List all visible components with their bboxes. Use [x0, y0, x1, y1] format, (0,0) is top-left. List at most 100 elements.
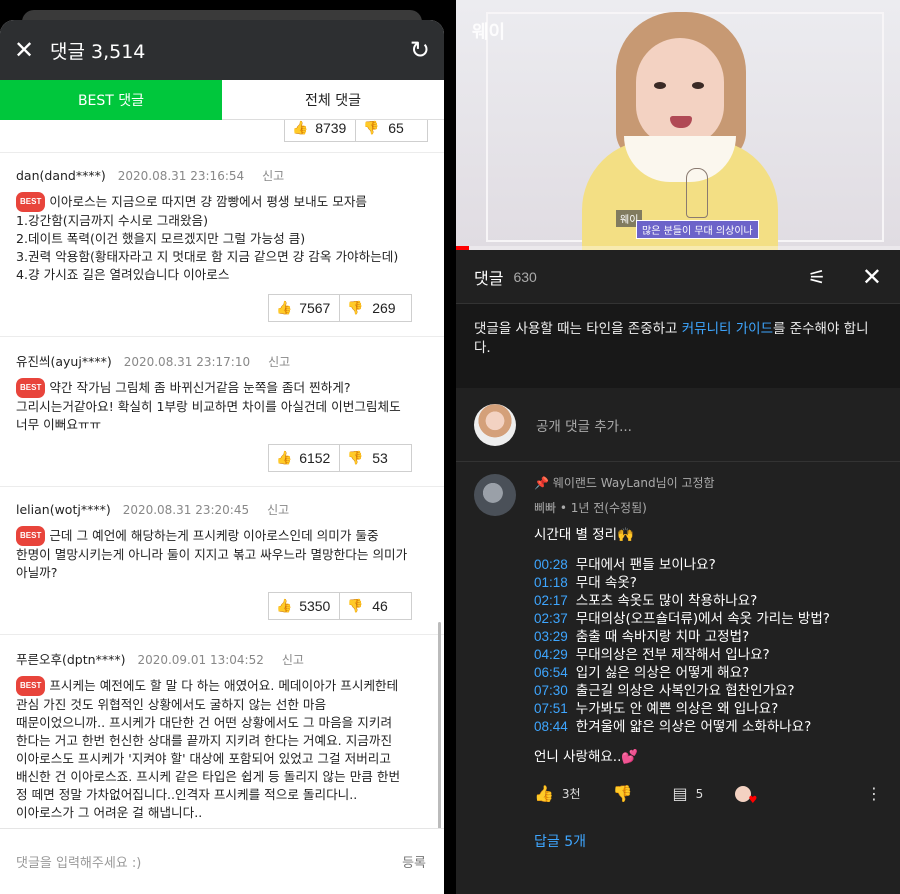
- tab-best-comments[interactable]: BEST 댓글: [0, 80, 222, 120]
- timestamp-link[interactable]: 00:28: [534, 557, 568, 572]
- creator-heart: ♥: [735, 785, 757, 806]
- comment-line: 이아로스가 그 어려운 걸 해냅니다..: [16, 805, 203, 820]
- comment-user[interactable]: dan(dand****): [16, 168, 106, 183]
- video-person-eye: [692, 82, 704, 89]
- tab-all-comments[interactable]: 전체 댓글: [222, 80, 444, 120]
- best-badge: BEST: [16, 676, 46, 696]
- timestamp-label: 누가봐도 안 예쁜 의상은 왜 입나요?: [575, 701, 779, 717]
- guide-text: 댓글을 사용할 때는 타인을 존중하고: [474, 321, 682, 337]
- video-player[interactable]: 웨이 웨이 많은 분들이 무대 의상이나: [456, 0, 900, 250]
- vote-row: 👍 8739 👎 65: [0, 120, 444, 142]
- comment-user[interactable]: lelian(wotj****): [16, 502, 111, 517]
- timestamp-link[interactable]: 02:37: [534, 611, 568, 626]
- community-guide-notice: 댓글을 사용할 때는 타인을 존중하고 커뮤니티 가이드를 준수해야 합니다.: [456, 304, 900, 388]
- thumbs-up-icon: 👍: [534, 784, 554, 803]
- reply-button[interactable]: ▤ 5: [673, 784, 704, 803]
- commenter-avatar[interactable]: [474, 474, 516, 516]
- reply-count: 5: [695, 786, 704, 801]
- vote-box: 👍 5350 👎 46: [268, 592, 412, 620]
- video-progress-fill: [456, 246, 470, 250]
- dislike-button[interactable]: 👎 46: [340, 593, 411, 619]
- timestamp-link[interactable]: 06:54: [534, 665, 568, 680]
- report-link[interactable]: 신고: [267, 503, 289, 517]
- thumbs-down-icon: 👎: [347, 598, 364, 613]
- dislike-button[interactable]: 👎 53: [340, 445, 411, 471]
- comment-line: 관심 가진 것도 위협적인 상황에서도 굴하지 않는 선한 마음: [16, 697, 327, 712]
- comment-line: 1.강간함(지금까지 수시로 그래왔음): [16, 213, 209, 228]
- pin-icon: 📌: [534, 476, 549, 490]
- view-replies-link[interactable]: 답글 5개: [534, 831, 882, 851]
- timestamp-row: 02:37 무대의상(오프숄더류)에서 속옷 가리는 방법?: [534, 610, 882, 628]
- report-link[interactable]: 신고: [262, 169, 284, 183]
- comment-item: dan(dand****) 2020.08.31 23:16:54 신고 BES…: [0, 152, 444, 336]
- close-icon[interactable]: ✕: [14, 38, 44, 62]
- dislike-button[interactable]: 👎 269: [340, 295, 411, 321]
- timestamp-row: 03:29 춤출 때 속바지랑 치마 고정법?: [534, 628, 882, 646]
- like-button[interactable]: 👍 6152: [269, 445, 340, 471]
- comment-input[interactable]: 댓글을 입력해주세요 :): [16, 852, 402, 871]
- timestamp-link[interactable]: 03:29: [534, 629, 568, 644]
- sort-icon[interactable]: ⚟: [808, 265, 826, 289]
- dislike-button[interactable]: 👎 65: [356, 120, 427, 141]
- timestamp-link[interactable]: 08:44: [534, 719, 568, 734]
- add-comment-row[interactable]: 공개 댓글 추가...: [456, 388, 900, 462]
- comments-title: 댓글: [474, 268, 504, 288]
- timestamp-link[interactable]: 01:18: [534, 575, 568, 590]
- submit-button[interactable]: 등록: [402, 852, 426, 871]
- comment-body: BEST 약간 작가님 그림체 좀 바뀌신거같음 눈쪽을 좀더 찐하게? 그리시는…: [16, 378, 428, 434]
- more-options-icon[interactable]: ⋮: [866, 784, 882, 803]
- timestamp-list: 00:28 무대에서 팬들 보이나요? 01:18 무대 속옷? 02:17 스포츠 속옷…: [534, 556, 882, 736]
- close-icon[interactable]: ✕: [862, 263, 882, 291]
- add-comment-input[interactable]: 공개 댓글 추가...: [536, 415, 632, 435]
- comment-body: BEST 이아로스는 지금으로 따지면 걍 깜빵에서 평생 보내도 모자름 1.강…: [16, 192, 428, 284]
- timestamp-link[interactable]: 04:29: [534, 647, 568, 662]
- thumbs-down-icon: 👎: [347, 450, 364, 465]
- comments-header: 댓글 630 ⚟ ✕: [456, 250, 900, 304]
- comment-meta: 푸른오후(dptn****) 2020.09.01 13:04:52 신고: [16, 649, 428, 668]
- vote-row: 👍 5350 👎 46: [16, 592, 428, 620]
- like-button[interactable]: 👍 7567: [269, 295, 340, 321]
- refresh-icon[interactable]: ↻: [410, 36, 430, 64]
- timestamp-link[interactable]: 02:17: [534, 593, 568, 608]
- comment-list[interactable]: 👍 8739 👎 65 dan(dand****) 2020.08.31 23:16…: [0, 120, 444, 848]
- vote-row: 👍 7567 👎 269: [16, 294, 428, 322]
- like-count: 3천: [561, 787, 581, 801]
- comment-line: 너무 이뻐요ㅠㅠ: [16, 417, 102, 432]
- comments-count: 630: [513, 268, 537, 285]
- thumbs-down-icon: 👎: [363, 120, 380, 135]
- comment-line: 이아로스는 지금으로 따지면 걍 깜빵에서 평생 보내도 모자름: [49, 194, 368, 209]
- scrollbar[interactable]: [438, 622, 441, 844]
- timestamp-label: 스포츠 속옷도 많이 착용하나요?: [575, 593, 758, 609]
- best-badge: BEST: [16, 378, 46, 398]
- timestamp-link[interactable]: 07:51: [534, 701, 568, 716]
- comment-author[interactable]: 삐빠 • 1년 전(수정됨): [534, 499, 882, 516]
- comment-date: 2020.08.31 23:20:45: [122, 503, 250, 517]
- report-link[interactable]: 신고: [282, 653, 304, 667]
- comment-date: 2020.08.31 23:16:54: [117, 169, 245, 183]
- dislike-button[interactable]: 👎: [613, 784, 641, 803]
- like-button[interactable]: 👍 3천: [534, 784, 581, 803]
- comment-line: 2.데이트 폭력(이건 했을지 모르겠지만 그럴 가능성 큼): [16, 231, 306, 246]
- like-count: 7567: [299, 300, 331, 316]
- comment-body: BEST 근데 그 예언에 해당하는게 프시케랑 이아로스인데 의미가 둘중 한명…: [16, 526, 428, 582]
- comment-input-bar: 댓글을 입력해주세요 :) 등록: [0, 828, 444, 894]
- comment-line: 이아로스도 프시케가 '지켜야 할' 대상에 포함되어 있었고 그걸 저버리고: [16, 751, 391, 766]
- dislike-count: 53: [372, 450, 388, 466]
- comment-tabs: BEST 댓글 전체 댓글: [0, 80, 444, 120]
- thumbs-up-icon: 👍: [276, 598, 293, 613]
- comment-meta: dan(dand****) 2020.08.31 23:16:54 신고: [16, 167, 428, 184]
- thumbs-up-icon: 👍: [292, 120, 309, 135]
- report-link[interactable]: 신고: [268, 355, 290, 369]
- comment-user[interactable]: 유진씌(ayuj****): [16, 354, 112, 369]
- timestamp-link[interactable]: 07:30: [534, 683, 568, 698]
- community-guide-link[interactable]: 커뮤니티 가이드: [682, 321, 773, 337]
- thumbs-down-icon: 👎: [347, 300, 364, 315]
- like-button[interactable]: 👍 8739: [285, 120, 356, 141]
- video-progress-bar[interactable]: [456, 246, 900, 250]
- pinned-label: 📌 웨이랜드 WayLand님이 고정함: [534, 474, 882, 491]
- comment-user[interactable]: 푸른오후(dptn****): [16, 652, 125, 667]
- comment-item: 유진씌(ayuj****) 2020.08.31 23:17:10 신고 BES…: [0, 336, 444, 486]
- timestamp-row: 07:30 출근길 의상은 사복인가요 협찬인가요?: [534, 682, 882, 700]
- like-button[interactable]: 👍 5350: [269, 593, 340, 619]
- timestamp-row: 06:54 입기 싫은 의상은 어떻게 해요?: [534, 664, 882, 682]
